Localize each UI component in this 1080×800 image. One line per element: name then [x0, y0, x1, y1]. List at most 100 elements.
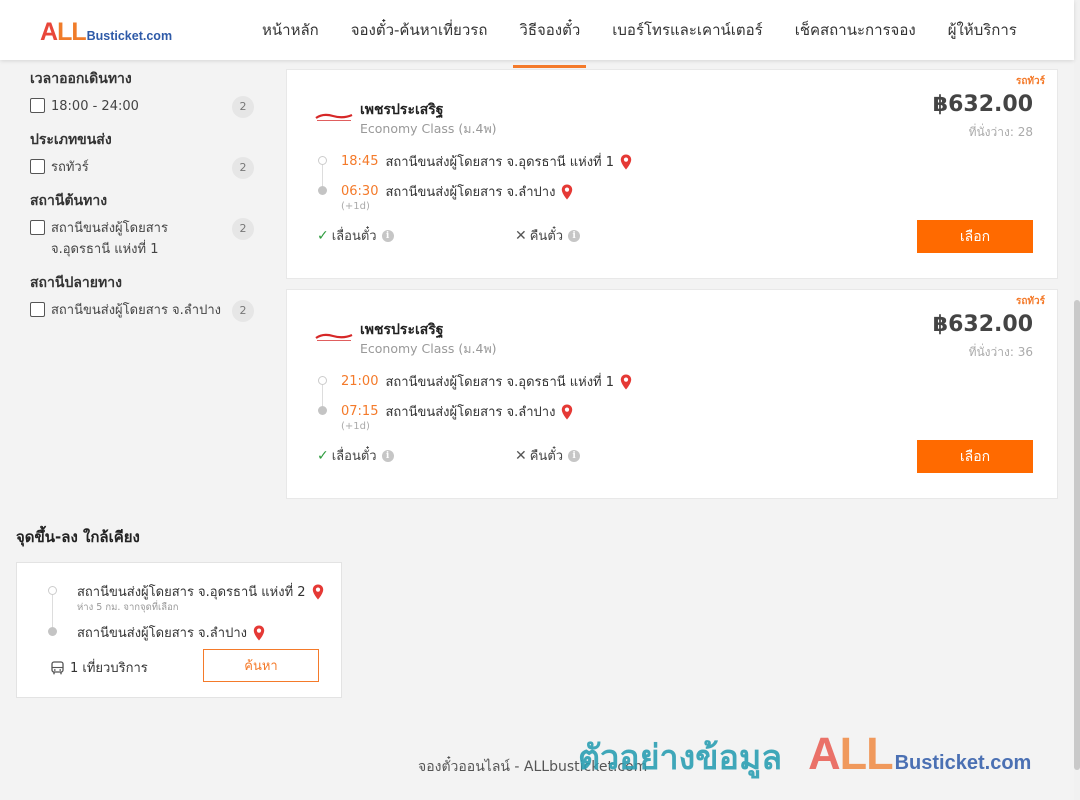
filter-title-departure-time: เวลาออกเดินทาง: [30, 71, 132, 87]
filter-option-label-line2: จ.อุดรธานี แห่งที่ 1: [51, 242, 159, 257]
nav-check-booking[interactable]: เช็คสถานะการจอง: [779, 0, 932, 60]
seats-available: ที่นั่งว่าง: 36: [968, 345, 1033, 359]
filter-option-label-line1: สถานีขนส่งผู้โดยสาร: [51, 221, 168, 236]
arrival-time: 07:15: [341, 404, 379, 419]
nearby-to-label: สถานีขนส่งผู้โดยสาร จ.ลำปาง: [77, 626, 247, 641]
departure-time: 18:45: [341, 154, 379, 169]
reschedule-label: เลื่อนตั๋ว: [331, 449, 377, 464]
departure-dot: [318, 156, 327, 165]
info-icon[interactable]: i: [381, 229, 394, 242]
next-day-note: (+1d): [341, 201, 370, 212]
count-badge: 2: [232, 157, 254, 179]
checkbox[interactable]: [30, 98, 45, 113]
refund-feature: ✕ คืนตั๋ว i: [515, 225, 581, 246]
check-icon: ✓: [317, 227, 329, 244]
checkbox[interactable]: [30, 159, 45, 174]
count-badge: 2: [232, 300, 254, 322]
next-day-note: (+1d): [341, 421, 370, 432]
timeline-line: [322, 162, 323, 188]
logo-brand-text: Busticket.com: [86, 29, 173, 43]
checkbox[interactable]: [30, 302, 45, 317]
arrival-place: สถานีขนส่งผู้โดยสาร จ.ลำปาง: [385, 405, 556, 420]
seats-available: ที่นั่งว่าง: 28: [968, 125, 1033, 139]
trip-price: ฿632.00: [932, 312, 1033, 337]
arrival-time: 06:30: [341, 184, 379, 199]
footer-text: จองตั๋วออนไลน์ - ALLbusticket.com: [418, 759, 648, 775]
nav-phone-counters[interactable]: เบอร์โทรและเคาน์เตอร์: [596, 0, 778, 60]
cross-icon: ✕: [515, 227, 527, 244]
nearby-distance-note: ห่าง 5 กม. จากจุดที่เลือก: [77, 602, 179, 613]
map-pin-icon[interactable]: [620, 374, 632, 390]
bus-type-tag: รถทัวร์: [1015, 296, 1045, 307]
trip-price: ฿632.00: [932, 92, 1033, 117]
trip-card: รถทัวร์ เพชรประเสริฐ Economy Class (ม.4พ…: [286, 289, 1058, 499]
filter-title-destination: สถานีปลายทาง: [30, 275, 122, 291]
check-icon: ✓: [317, 447, 329, 464]
trip-card: รถทัวร์ เพชรประเสริฐ Economy Class (ม.4พ…: [286, 69, 1058, 279]
main-nav: หน้าหลัก จองตั๋ว-ค้นหาเที่ยวรถ วิธีจองตั…: [246, 0, 1033, 68]
bus-class: Economy Class (ม.4พ): [360, 341, 497, 356]
arrival-stop: 07:15 สถานีขนส่งผู้โดยสาร จ.ลำปาง: [341, 401, 573, 422]
nearby-search-button[interactable]: ค้นหา: [203, 649, 319, 682]
nearby-trip-count-label: 1 เที่ยวบริการ: [70, 661, 148, 676]
operator-name: เพชรประเสริฐ: [360, 102, 444, 118]
operator-name: เพชรประเสริฐ: [360, 322, 444, 338]
map-pin-icon[interactable]: [561, 404, 573, 420]
departure-place: สถานีขนส่งผู้โดยสาร จ.อุดรธานี แห่งที่ 1: [385, 375, 615, 390]
operator-logo-icon: [315, 333, 353, 341]
refund-feature: ✕ คืนตั๋ว i: [515, 445, 581, 466]
nearby-to: สถานีขนส่งผู้โดยสาร จ.ลำปาง: [77, 622, 265, 643]
info-icon[interactable]: i: [381, 449, 394, 462]
select-trip-button[interactable]: เลือก: [917, 440, 1033, 473]
select-trip-button[interactable]: เลือก: [917, 220, 1033, 253]
nav-operators[interactable]: ผู้ให้บริการ: [932, 0, 1033, 60]
timeline-line: [52, 593, 53, 627]
map-pin-icon[interactable]: [253, 625, 265, 641]
nearby-card: สถานีขนส่งผู้โดยสาร จ.อุดรธานี แห่งที่ 2…: [16, 562, 342, 698]
bus-class: Economy Class (ม.4พ): [360, 121, 497, 136]
departure-stop: 18:45 สถานีขนส่งผู้โดยสาร จ.อุดรธานี แห่…: [341, 151, 632, 172]
map-pin-icon[interactable]: [561, 184, 573, 200]
nav-how-to-book[interactable]: วิธีจองตั๋ว: [503, 0, 596, 68]
watermark-logo-brand: Busticket.com: [894, 752, 1032, 774]
arrival-dot: [318, 406, 327, 415]
bus-icon: [51, 660, 64, 674]
reschedule-label: เลื่อนตั๋ว: [331, 229, 377, 244]
refund-label: คืนตั๋ว: [529, 229, 564, 244]
operator-logo-icon: [315, 113, 353, 121]
filter-title-origin: สถานีต้นทาง: [30, 193, 108, 209]
scroll-thumb[interactable]: [1074, 300, 1080, 770]
filter-option-label: สถานีขนส่งผู้โดยสาร จ.ลำปาง: [51, 303, 221, 318]
info-icon[interactable]: i: [568, 229, 581, 242]
filter-option-label: รถทัวร์: [51, 160, 89, 175]
filter-option-label: 18:00 - 24:00: [51, 99, 139, 114]
top-header: ALL Busticket.com หน้าหลัก จองตั๋ว-ค้นหา…: [0, 0, 1074, 68]
nearby-from: สถานีขนส่งผู้โดยสาร จ.อุดรธานี แห่งที่ 2: [77, 581, 324, 602]
nearby-trip-count: 1 เที่ยวบริการ: [51, 657, 148, 678]
filter-option-label: สถานีขนส่งผู้โดยสาร จ.อุดรธานี แห่งที่ 1: [51, 218, 226, 260]
filter-sidebar: เวลาออกเดินทาง 18:00 - 24:00 2 ประเภทขนส…: [30, 60, 260, 333]
watermark-logo-all: ALL: [808, 728, 893, 779]
page-scrollbar[interactable]: [1074, 0, 1080, 800]
map-pin-icon[interactable]: [620, 154, 632, 170]
nav-home[interactable]: หน้าหลัก: [246, 0, 335, 60]
info-icon[interactable]: i: [568, 449, 581, 462]
map-pin-icon[interactable]: [312, 584, 324, 600]
filter-option-bus-type[interactable]: รถทัวร์ 2: [30, 157, 260, 179]
checkbox[interactable]: [30, 220, 45, 235]
nav-book-search[interactable]: จองตั๋ว-ค้นหาเที่ยวรถ: [335, 0, 504, 60]
arrival-stop: 06:30 สถานีขนส่งผู้โดยสาร จ.ลำปาง: [341, 181, 573, 202]
filter-option-origin[interactable]: สถานีขนส่งผู้โดยสาร จ.อุดรธานี แห่งที่ 1…: [30, 218, 260, 260]
filter-option-time[interactable]: 18:00 - 24:00 2: [30, 96, 260, 118]
arrival-place: สถานีขนส่งผู้โดยสาร จ.ลำปาง: [385, 185, 556, 200]
departure-dot: [48, 586, 57, 595]
nearby-title: จุดขึ้น-ลง ใกล้เคียง: [16, 528, 140, 546]
logo-all-text: ALL: [40, 18, 87, 46]
arrival-dot: [318, 186, 327, 195]
reschedule-feature: ✓ เลื่อนตั๋ว i: [317, 445, 394, 466]
departure-dot: [318, 376, 327, 385]
filter-option-destination[interactable]: สถานีขนส่งผู้โดยสาร จ.ลำปาง 2: [30, 300, 260, 322]
timeline-line: [322, 382, 323, 408]
departure-time: 21:00: [341, 374, 379, 389]
site-logo[interactable]: ALL Busticket.com: [40, 18, 172, 47]
